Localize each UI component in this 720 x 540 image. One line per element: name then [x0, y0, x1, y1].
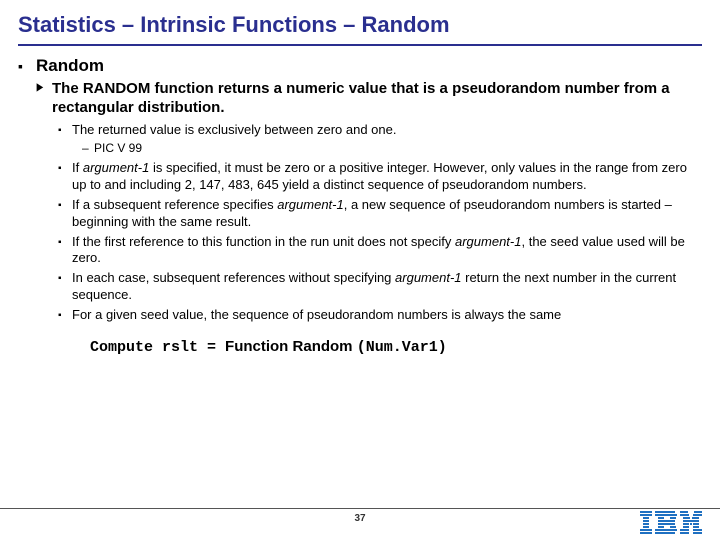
- section-heading: Random The RANDOM function returns a num…: [18, 56, 702, 358]
- b4-pre: If the first reference to this function …: [72, 234, 455, 249]
- b5-argname: argument-1: [395, 270, 461, 285]
- bullet-next-in-seq: In each case, subsequent references with…: [58, 270, 702, 304]
- footer: 37: [0, 508, 720, 540]
- b2-argname: argument-1: [83, 160, 149, 175]
- ibm-logo: [640, 511, 702, 540]
- b3-argname: argument-1: [277, 197, 343, 212]
- code-args: (Num.Var1): [357, 339, 447, 356]
- slide-title: Statistics – Intrinsic Functions – Rando…: [18, 12, 702, 46]
- b2-pre: If: [72, 160, 83, 175]
- bullet-first-ref: If the first reference to this function …: [58, 234, 702, 268]
- b2-post: is specified, it must be zero or a posit…: [72, 160, 687, 192]
- bullet-subsequent-ref: If a subsequent reference specifies argu…: [58, 197, 702, 231]
- code-compute: Compute rslt =: [90, 339, 225, 356]
- code-example: Compute rslt = Function Random (Num.Var1…: [90, 338, 702, 358]
- bullet-argument-range: If argument-1 is specified, it must be z…: [58, 160, 702, 194]
- bullet-pic-clause: PIC V 99: [82, 141, 702, 157]
- b5-pre: In each case, subsequent references with…: [72, 270, 395, 285]
- ibm-logo-icon: [640, 511, 702, 535]
- b3-pre: If a subsequent reference specifies: [72, 197, 277, 212]
- page-number: 37: [354, 513, 365, 524]
- code-function-name: Function Random: [225, 338, 357, 355]
- b4-argname: argument-1: [455, 234, 521, 249]
- bullet-given-seed: For a given seed value, the sequence of …: [58, 307, 702, 324]
- bullet-returned-range-text: The returned value is exclusively betwee…: [72, 122, 396, 137]
- section-heading-text: Random: [36, 56, 104, 75]
- intro-bullet: The RANDOM function returns a numeric va…: [36, 80, 702, 358]
- intro-text: The RANDOM function returns a numeric va…: [52, 80, 670, 116]
- bullet-returned-range: The returned value is exclusively betwee…: [58, 122, 702, 157]
